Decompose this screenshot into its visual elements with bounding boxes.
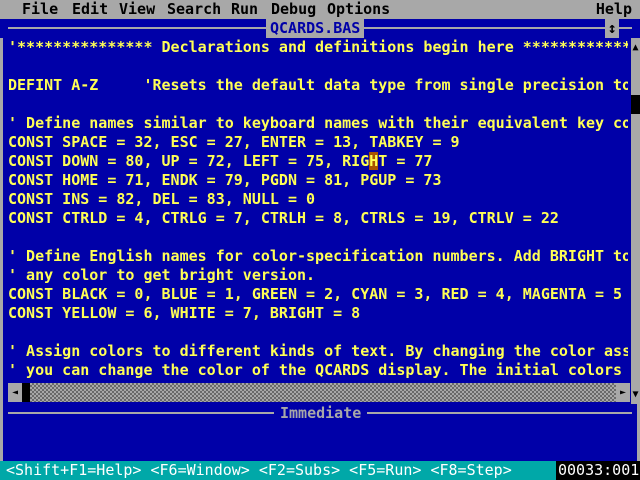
- shortcut-hints: <Shift+F1=Help> <F6=Window> <F2=Subs> <F…: [6, 461, 512, 479]
- code-line: ' you can change the color of the QCARDS…: [8, 361, 628, 378]
- menu-options[interactable]: Options: [327, 0, 390, 19]
- menu-search[interactable]: Search: [167, 0, 221, 19]
- maximize-icon[interactable]: ↕: [605, 19, 619, 38]
- code-line: ' Define names similar to keyboard names…: [8, 114, 628, 132]
- code-line: CONST BLACK = 0, BLUE = 1, GREEN = 2, CY…: [8, 285, 623, 303]
- immediate-window[interactable]: Immediate: [0, 404, 640, 461]
- code-line: CONST HOME = 71, ENDK = 79, PGDN = 81, P…: [8, 171, 442, 189]
- immediate-title: Immediate: [274, 404, 368, 423]
- immediate-left-border: [0, 404, 3, 461]
- status-bar: <Shift+F1=Help> <F6=Window> <F2=Subs> <F…: [0, 461, 640, 480]
- code-line: '*************** Declarations and defini…: [8, 38, 628, 56]
- vertical-scroll-thumb[interactable]: [631, 95, 640, 114]
- code-line: CONST YELLOW = 6, WHITE = 7, BRIGHT = 8: [8, 304, 361, 322]
- menu-debug[interactable]: Debug: [271, 0, 316, 19]
- menu-help[interactable]: Help: [596, 0, 632, 19]
- code-line: ' Assign colors to different kinds of te…: [8, 342, 628, 360]
- text-cursor: H: [369, 152, 379, 170]
- horizontal-scrollbar[interactable]: ◄ ►: [8, 383, 630, 402]
- menu-edit[interactable]: Edit: [72, 0, 108, 19]
- vertical-scrollbar[interactable]: ▲ ▼: [631, 38, 640, 404]
- menu-bar: File Edit View Search Run Debug Options …: [0, 0, 640, 19]
- scroll-down-icon[interactable]: ▼: [631, 385, 640, 404]
- code-line: ' any color to get bright version.: [8, 266, 316, 284]
- window-title: QCARDS.BAS: [266, 19, 365, 38]
- code-line: CONST INS = 82, DEL = 83, NULL = 0: [8, 190, 316, 208]
- scroll-left-icon[interactable]: ◄: [8, 383, 22, 402]
- code-line: ' Define English names for color-specifi…: [8, 247, 628, 265]
- qbasic-screen: File Edit View Search Run Debug Options …: [0, 0, 640, 480]
- horizontal-scroll-thumb[interactable]: [22, 383, 30, 402]
- code-line-cursor: CONST DOWN = 80, UP = 72, LEFT = 75, RIG…: [8, 152, 433, 170]
- scroll-up-icon[interactable]: ▲: [631, 38, 640, 57]
- cursor-position: 00033:001: [556, 461, 640, 480]
- code-line: DEFINT A-Z 'Resets the default data type…: [8, 76, 628, 94]
- window-left-border: [0, 38, 3, 404]
- menu-run[interactable]: Run: [231, 0, 258, 19]
- menu-view[interactable]: View: [119, 0, 155, 19]
- scroll-right-icon[interactable]: ►: [616, 383, 630, 402]
- menu-file[interactable]: File: [22, 0, 58, 19]
- code-line: CONST SPACE = 32, ESC = 27, ENTER = 13, …: [8, 133, 460, 151]
- code-line: CONST CTRLD = 4, CTRLG = 7, CTRLH = 8, C…: [8, 209, 559, 227]
- editor-window: QCARDS.BAS ↕ '*************** Declaratio…: [0, 19, 640, 404]
- code-editor[interactable]: '*************** Declarations and defini…: [8, 38, 628, 378]
